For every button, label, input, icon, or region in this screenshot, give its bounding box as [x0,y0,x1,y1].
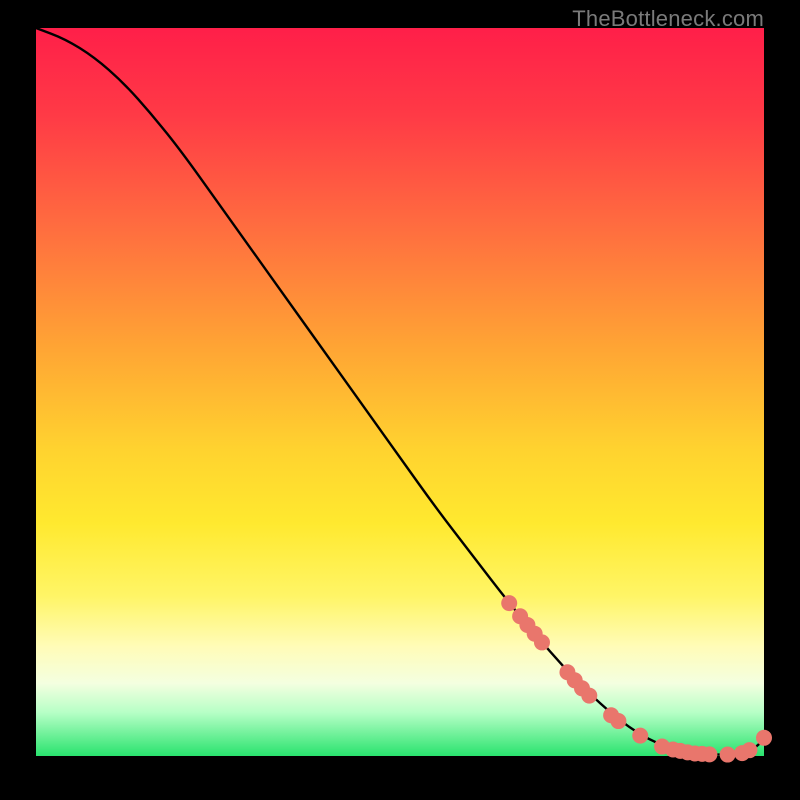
chart-marker [701,746,717,762]
chart-marker [720,747,736,763]
bottleneck-curve [36,28,764,755]
chart-overlay [36,28,764,756]
chart-marker [756,730,772,746]
chart-marker [501,595,517,611]
chart-marker [741,742,757,758]
chart-marker [632,728,648,744]
chart-marker [534,634,550,650]
chart-marker [610,713,626,729]
chart-frame: TheBottleneck.com [0,0,800,800]
chart-marker [581,688,597,704]
chart-markers [501,595,772,762]
